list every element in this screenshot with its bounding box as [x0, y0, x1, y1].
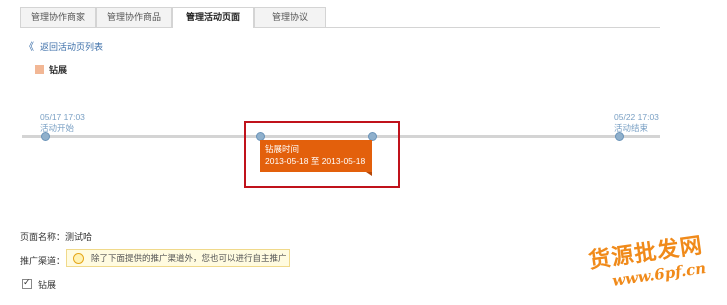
tab-bar: 管理协作商家 管理协作商品 管理活动页面 管理协议: [20, 7, 660, 28]
timeline-start: 05/17 17:03 活动开始: [40, 112, 85, 134]
legend: 钻展: [35, 63, 67, 76]
timeline-start-date: 05/17 17:03: [40, 112, 85, 122]
watermark: 货源批发网 www.6pf.cn: [571, 227, 708, 305]
page-name: 页面名称：测试哈: [20, 232, 93, 242]
channel-tip: 除了下面提供的推广渠道外，您也可以进行自主推广: [66, 249, 290, 267]
tab-manage-products[interactable]: 管理协作商品: [96, 7, 172, 27]
event-title: 钻展时间: [265, 144, 300, 154]
timeline-end-date: 05/22 17:03: [614, 112, 659, 122]
timeline-end-marker: [615, 132, 624, 141]
tab-manage-merchants[interactable]: 管理协作商家: [20, 7, 96, 27]
channel-checkbox[interactable]: [22, 277, 32, 289]
channel-option-row: 钻展: [22, 277, 57, 291]
channel-tip-text: 除了下面提供的推广渠道外，您也可以进行自主推广: [91, 253, 287, 263]
channel-label: 推广渠道：: [20, 256, 66, 266]
event-card[interactable]: 钻展时间 2013-05-18 至 2013-05-18: [260, 140, 372, 176]
legend-swatch: [35, 65, 44, 74]
timeline-start-marker: [41, 132, 50, 141]
double-chevron-left-icon: 《: [24, 42, 34, 53]
legend-label: 钻展: [49, 65, 68, 75]
timeline-end: 05/22 17:03 活动结束: [614, 112, 659, 134]
tab-manage-activity-pages[interactable]: 管理活动页面: [172, 7, 254, 28]
lightbulb-icon: [73, 253, 84, 264]
channel-checkbox-label: 钻展: [38, 280, 57, 290]
back-to-activity-list-link[interactable]: 《返回活动页列表: [24, 38, 103, 53]
back-link-label: 返回活动页列表: [40, 42, 104, 52]
event-date-range: 2013-05-18 至 2013-05-18: [265, 156, 366, 166]
tab-manage-agreements[interactable]: 管理协议: [254, 7, 326, 27]
